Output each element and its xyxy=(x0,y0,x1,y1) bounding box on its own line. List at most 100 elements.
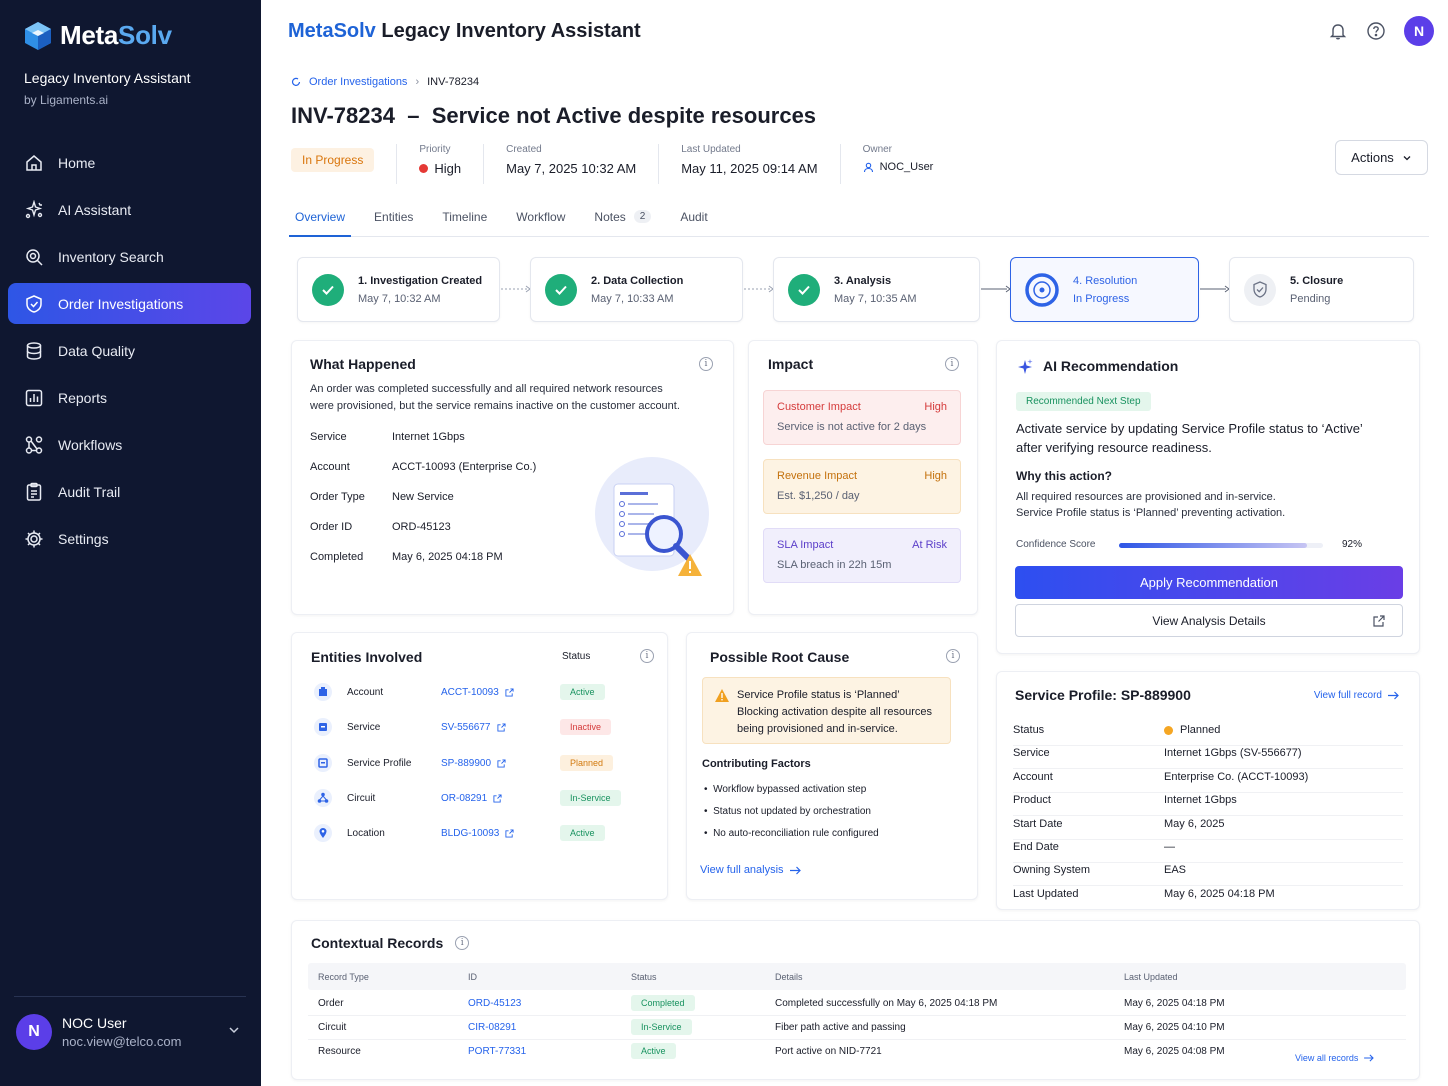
view-full-analysis-link[interactable]: View full analysis xyxy=(700,864,801,876)
recommendation-text: Activate service by updating Service Pro… xyxy=(1016,421,1363,455)
sidebar-item-label: Audit Trail xyxy=(58,483,121,500)
workflow-step-2[interactable]: 2. Data Collection May 7, 10:33 AM xyxy=(530,257,743,322)
table-header: Record Type ID Status Details Last Updat… xyxy=(308,963,1406,990)
workflow-step-5[interactable]: 5. Closure Pending xyxy=(1229,257,1414,322)
external-link-icon xyxy=(505,687,514,697)
status-badge: Active xyxy=(631,1043,676,1059)
table-row[interactable]: Circuit CIR-08291 In-Service Fiber path … xyxy=(308,1016,1406,1040)
workflow-step-4[interactable]: 4. Resolution In Progress xyxy=(1010,257,1199,322)
info-icon[interactable]: i xyxy=(699,357,713,371)
entity-row-service[interactable]: Service SV-556677 Inactive xyxy=(314,717,624,737)
status-badge: Completed xyxy=(631,995,695,1011)
bell-icon[interactable] xyxy=(1328,21,1348,41)
in-progress-target-icon xyxy=(1025,272,1059,307)
tab-bar: Overview Entities Timeline Workflow Note… xyxy=(289,204,1429,237)
view-analysis-details-button[interactable]: View Analysis Details xyxy=(1015,604,1403,637)
external-link-icon xyxy=(497,758,506,768)
impact-card: Impact i Customer Impact High Service is … xyxy=(748,340,978,615)
tab-entities[interactable]: Entities xyxy=(368,204,419,237)
detail-row: Completed May 6, 2025 04:18 PM xyxy=(310,551,503,563)
sidebar-item-label: Inventory Search xyxy=(58,248,164,265)
info-icon[interactable]: i xyxy=(640,649,654,663)
tab-overview[interactable]: Overview xyxy=(289,204,352,237)
tab-workflow[interactable]: Workflow xyxy=(510,204,571,237)
card-title: Entities Involved xyxy=(311,649,423,665)
logo[interactable]: MetaSolv xyxy=(24,20,172,51)
info-icon[interactable]: i xyxy=(946,649,960,663)
sidebar-item-label: Home xyxy=(58,154,96,171)
app-subtitle: Legacy Inventory Assistant xyxy=(24,70,191,86)
sidebar-item-order-investigations[interactable]: Order Investigations xyxy=(8,283,251,324)
confidence-value: 92% xyxy=(1342,539,1363,550)
shield-check-icon xyxy=(1244,273,1276,306)
user-email: noc.view@telco.com xyxy=(62,1034,182,1049)
page-title: INV-78234 – Service not Active despite r… xyxy=(291,103,817,128)
step-connector xyxy=(501,285,531,293)
entity-row-service-profile[interactable]: Service Profile SP-889900 Planned xyxy=(314,753,624,773)
sidebar-item-ai-assistant[interactable]: AI Assistant xyxy=(8,189,251,230)
view-all-records-link[interactable]: View all records xyxy=(1295,1053,1375,1063)
tab-notes[interactable]: Notes 2 xyxy=(588,204,657,237)
sidebar-item-workflows[interactable]: Workflows xyxy=(8,424,251,465)
status-badge: Active xyxy=(560,684,605,700)
view-full-record-link[interactable]: View full record xyxy=(1314,690,1399,701)
table-row[interactable]: Resource PORT-77331 Active Port active o… xyxy=(308,1040,1406,1064)
sidebar-item-label: Data Quality xyxy=(58,342,136,359)
service-icon xyxy=(314,718,332,736)
user-avatar[interactable]: N xyxy=(1404,16,1434,46)
sidebar-item-inventory-search[interactable]: Inventory Search xyxy=(8,236,251,277)
help-icon[interactable] xyxy=(1366,21,1386,41)
check-icon xyxy=(545,273,577,306)
breadcrumb: Order Investigations › INV-78234 xyxy=(291,76,479,88)
sidebar-item-audit-trail[interactable]: Audit Trail xyxy=(8,471,251,512)
shield-icon xyxy=(26,294,42,313)
detail-row: Order ID ORD-45123 xyxy=(310,521,451,533)
check-icon xyxy=(312,273,344,306)
tab-timeline[interactable]: Timeline xyxy=(436,204,493,237)
sidebar: MetaSolv Legacy Inventory Assistant by L… xyxy=(0,0,261,1086)
actions-dropdown[interactable]: Actions xyxy=(1335,140,1428,175)
building-icon xyxy=(314,683,332,701)
entities-card: Entities Involved Status i Account ACCT-… xyxy=(291,632,668,900)
workflow-step-1[interactable]: 1. Investigation Created May 7, 10:32 AM xyxy=(297,257,500,322)
step-connector xyxy=(1200,285,1230,293)
status-badge: In-Service xyxy=(560,790,621,806)
table-row[interactable]: Order ORD-45123 Completed Completed succ… xyxy=(308,992,1406,1016)
detail-row: Owning System EAS xyxy=(1013,864,1403,886)
reports-icon xyxy=(25,389,43,406)
database-icon xyxy=(26,341,42,360)
root-cause-card: Possible Root Cause i Service Profile st… xyxy=(686,632,978,900)
external-link-icon xyxy=(493,793,502,803)
list-item: • Workflow bypassed activation step xyxy=(704,784,867,795)
step-connector xyxy=(744,285,774,293)
info-icon[interactable]: i xyxy=(945,357,959,371)
apply-recommendation-button[interactable]: Apply Recommendation xyxy=(1015,566,1403,599)
step-connector xyxy=(981,285,1011,293)
sidebar-item-data-quality[interactable]: Data Quality xyxy=(8,330,251,371)
tab-audit[interactable]: Audit xyxy=(674,204,713,237)
user-menu[interactable]: N NOC User noc.view@telco.com xyxy=(16,1012,250,1052)
sidebar-item-reports[interactable]: Reports xyxy=(8,377,251,418)
detail-row: Start Date May 6, 2025 xyxy=(1013,818,1403,840)
sidebar-item-label: Workflows xyxy=(58,436,123,453)
arrow-right-icon xyxy=(1388,691,1399,700)
card-title: Possible Root Cause xyxy=(710,649,850,665)
entity-row-account[interactable]: Account ACCT-10093 Active xyxy=(314,682,624,702)
sidebar-item-home[interactable]: Home xyxy=(8,142,251,183)
info-icon[interactable]: i xyxy=(455,936,470,950)
refresh-icon xyxy=(291,77,301,86)
contributing-factors-list: • Workflow bypassed activation step • St… xyxy=(704,779,879,845)
breadcrumb-link-order-investigations[interactable]: Order Investigations xyxy=(309,76,407,88)
sla-impact-item: SLA Impact At Risk SLA breach in 22h 15m xyxy=(763,528,961,583)
workflow-step-3[interactable]: 3. Analysis May 7, 10:35 AM xyxy=(773,257,980,322)
what-happened-card: What Happened i An order was completed s… xyxy=(291,340,734,615)
sidebar-item-label: Settings xyxy=(58,530,109,547)
created-field: Created May 7, 2025 10:32 AM xyxy=(483,144,658,184)
detail-row: Order Type New Service xyxy=(310,491,454,503)
chevron-down-icon[interactable] xyxy=(228,1024,240,1036)
entity-row-location[interactable]: Location BLDG-10093 Active xyxy=(314,823,624,843)
audit-icon xyxy=(26,482,42,501)
entity-row-circuit[interactable]: Circuit OR-08291 In-Service xyxy=(314,788,624,808)
card-title: Impact xyxy=(768,356,814,372)
sidebar-item-settings[interactable]: Settings xyxy=(8,518,251,559)
